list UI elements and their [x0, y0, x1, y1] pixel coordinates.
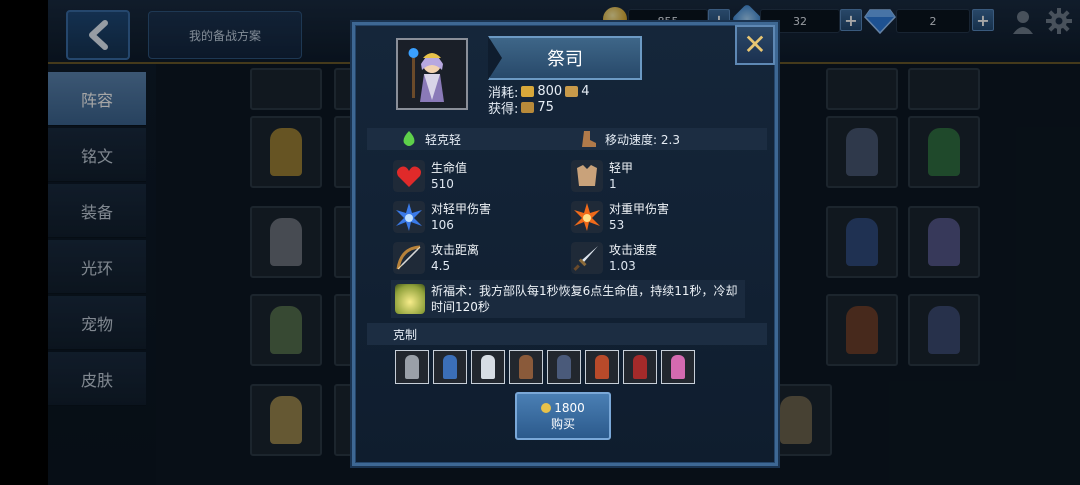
buy-price-value: 1800 [554, 400, 585, 415]
priest-portrait-icon [398, 40, 466, 108]
unit-title-banner: 祭司 [488, 36, 642, 80]
blue-archer-unit-icon[interactable] [433, 350, 467, 384]
stat-value: 53 [609, 218, 625, 232]
stat-light-damage: 对轻甲伤害 106 [393, 201, 491, 235]
fire-burst-icon [571, 201, 603, 233]
stat-value: 4.5 [431, 259, 451, 273]
cost-population-value: 4 [581, 84, 590, 99]
unit-name: 祭司 [547, 49, 583, 70]
armor-class-text: 轻克轻 [425, 132, 462, 147]
gold-coin-icon [541, 403, 552, 413]
counter-units [395, 350, 695, 384]
blessing-skill-icon [395, 284, 425, 314]
stat-value: 1 [609, 177, 617, 191]
unit-portrait [396, 38, 468, 110]
gain-row: 获得: 75 [488, 98, 554, 117]
light-armor-icon [571, 160, 603, 192]
stat-label: 攻击距离 [431, 243, 480, 257]
red-warrior-unit-icon[interactable] [623, 350, 657, 384]
unit-detail-dialog: 祭司 ✕ 消耗: 800 4 获得: 75 轻克轻 移动速度: 2.3 生命值 5… [352, 22, 778, 466]
cost-gold-value: 800 [537, 84, 563, 99]
skill-text: 祈福术：我方部队每1秒恢复6点生命值，持续11秒，冷却时间120秒 [431, 284, 738, 314]
eagle-unit-icon[interactable] [395, 350, 429, 384]
gain-label: 获得: [488, 102, 519, 117]
stat-hp: 生命值 510 [393, 160, 467, 194]
stat-armor: 轻甲 1 [571, 160, 633, 194]
gain-value: 75 [537, 100, 554, 115]
green-gem-icon [403, 131, 415, 146]
monk-unit-icon[interactable] [585, 350, 619, 384]
buy-button[interactable]: 1800 购买 [515, 392, 611, 440]
stat-value: 510 [431, 177, 454, 191]
buy-price: 1800 [541, 401, 585, 415]
pink-witch-unit-icon[interactable] [661, 350, 695, 384]
bow-icon [393, 242, 425, 274]
move-speed-text: 移动速度: 2.3 [605, 132, 680, 147]
boot-icon [582, 131, 597, 147]
blue-burst-icon [393, 201, 425, 233]
stat-range: 攻击距离 4.5 [393, 242, 479, 276]
heart-icon [393, 160, 425, 192]
close-button[interactable]: ✕ [735, 25, 775, 65]
skill-description: 祈福术：我方部队每1秒恢复6点生命值，持续11秒，冷却时间120秒 [391, 280, 745, 318]
stat-label: 对轻甲伤害 [431, 202, 492, 216]
gold-icon [521, 86, 535, 97]
stat-value: 1.03 [609, 259, 636, 273]
population-icon [565, 86, 579, 97]
close-icon: ✕ [743, 28, 767, 61]
banner-arrow-icon [488, 36, 502, 80]
stat-label: 轻甲 [609, 161, 634, 175]
class-strip: 轻克轻 移动速度: 2.3 [367, 128, 767, 150]
counter-label: 克制 [393, 327, 418, 342]
gain-resource-icon [521, 102, 535, 113]
stat-value: 106 [431, 218, 454, 232]
white-rogue-unit-icon[interactable] [471, 350, 505, 384]
counter-strip: 克制 [367, 323, 767, 345]
stat-label: 对重甲伤害 [609, 202, 670, 216]
stat-attack-speed: 攻击速度 1.03 [571, 242, 657, 276]
stat-label: 生命值 [431, 161, 468, 175]
buy-label: 购买 [550, 416, 575, 431]
mage-unit-icon[interactable] [547, 350, 581, 384]
dagger-icon [571, 242, 603, 274]
stat-heavy-damage: 对重甲伤害 53 [571, 201, 669, 235]
stat-label: 攻击速度 [609, 243, 658, 257]
bandit-unit-icon[interactable] [509, 350, 543, 384]
